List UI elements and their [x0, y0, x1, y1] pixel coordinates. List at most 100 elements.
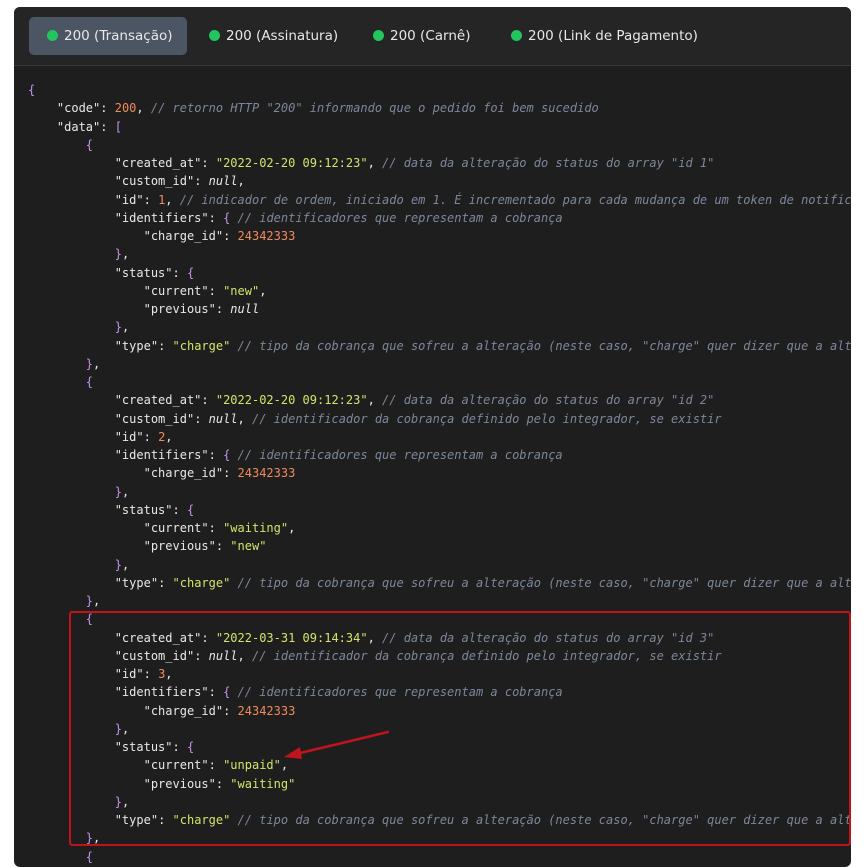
bracket: [ — [114, 119, 122, 134]
punctuation — [28, 685, 115, 699]
punctuation: : — [208, 210, 224, 225]
code-line: "status": { — [28, 264, 194, 282]
punctuation: : — [208, 448, 224, 462]
json-key: "type" — [114, 575, 159, 590]
punctuation — [28, 740, 115, 754]
punctuation — [28, 503, 115, 517]
json-key: "current" — [143, 758, 209, 773]
code-comment: // identificador da cobrança definido pe… — [252, 411, 722, 426]
punctuation: , — [93, 594, 101, 608]
punctuation: , — [367, 630, 383, 645]
json-key: "type" — [114, 813, 159, 827]
punctuation — [28, 539, 144, 553]
punctuation — [28, 430, 115, 444]
punctuation: , — [237, 174, 245, 189]
json-key: "id" — [114, 667, 144, 681]
code-comment: // retorno HTTP "200" informando que o p… — [150, 101, 599, 116]
json-key: "custom_id" — [114, 411, 195, 426]
code-line: "type": "charge" // tipo da cobrança que… — [28, 574, 851, 592]
json-string: "2022-03-31 09:14:34" — [215, 630, 368, 645]
status-dot-icon — [373, 30, 384, 41]
tab-assinatura[interactable]: 200 (Assinatura) — [191, 17, 352, 55]
tab-carne[interactable]: 200 (Carnê) — [355, 17, 484, 55]
json-string: "2022-02-20 09:12:23" — [215, 156, 368, 170]
code-line: }, — [28, 720, 129, 738]
punctuation — [28, 339, 115, 353]
punctuation — [28, 795, 115, 809]
punctuation — [28, 412, 115, 426]
punctuation — [230, 211, 237, 225]
bracket: } — [114, 484, 122, 499]
code-line: "previous": "new" — [28, 537, 267, 555]
punctuation — [230, 576, 237, 590]
punctuation — [28, 174, 115, 188]
json-string: "charge" — [172, 813, 231, 827]
punctuation: , — [165, 192, 180, 207]
code-comment: // indicador de ordem, iniciado em 1. É … — [179, 192, 851, 207]
punctuation: : — [201, 630, 216, 645]
json-key: "id" — [114, 429, 144, 444]
punctuation: , — [121, 557, 130, 572]
json-key: "charge_id" — [143, 703, 224, 718]
punctuation: : — [208, 758, 224, 773]
punctuation: : — [201, 156, 216, 170]
code-line: "id": 2, — [28, 428, 173, 446]
punctuation — [28, 612, 86, 626]
code-line: "current": "unpaid", — [28, 756, 289, 774]
tab-label: 200 (Assinatura) — [226, 28, 339, 44]
punctuation — [28, 393, 115, 407]
bracket: } — [114, 557, 122, 572]
punctuation: : — [223, 703, 238, 718]
bracket: { — [85, 612, 94, 627]
punctuation: , — [165, 429, 173, 444]
punctuation: : — [172, 265, 187, 280]
json-code-block[interactable]: { "code": 200, // retorno HTTP "200" inf… — [14, 65, 851, 865]
punctuation: , — [259, 283, 267, 298]
punctuation — [28, 211, 115, 225]
punctuation — [28, 777, 144, 791]
bracket: } — [114, 247, 122, 262]
json-key: "current" — [143, 283, 209, 298]
bracket: { — [85, 849, 94, 864]
punctuation: : — [172, 502, 187, 517]
punctuation: : — [158, 338, 173, 353]
punctuation: : — [215, 776, 231, 791]
json-null: null — [230, 302, 260, 316]
punctuation: , — [237, 411, 252, 426]
json-number: 200 — [114, 101, 137, 116]
punctuation: : — [223, 466, 238, 481]
code-line: "identifiers": { // identificadores que … — [28, 209, 563, 227]
tab-transacao[interactable]: 200 (Transação) — [29, 17, 187, 55]
tab-link-de-pagamento[interactable]: 200 (Link de Pagamento) — [493, 17, 712, 55]
json-null: null — [208, 174, 238, 189]
punctuation — [230, 685, 237, 699]
bracket: { — [28, 83, 36, 97]
code-line: "charge_id": 24342333 — [28, 227, 296, 245]
json-key: "previous" — [143, 776, 216, 791]
punctuation: : — [172, 740, 187, 754]
status-dot-icon — [209, 30, 220, 41]
code-line: "data": [ — [28, 118, 122, 136]
json-key: "type" — [114, 338, 159, 353]
json-key: "status" — [114, 502, 173, 517]
punctuation: : — [158, 813, 173, 827]
json-key: "identifiers" — [114, 210, 209, 225]
code-line: "current": "waiting", — [28, 519, 296, 537]
json-key: "custom_id" — [114, 648, 195, 663]
punctuation: , — [121, 247, 130, 262]
code-line: }, — [28, 556, 129, 574]
punctuation — [28, 850, 86, 864]
json-key: "previous" — [143, 539, 216, 554]
code-line: "status": { — [28, 501, 194, 519]
punctuation — [28, 521, 144, 535]
json-string: "new" — [223, 283, 260, 298]
response-tabs: 200 (Transação) 200 (Assinatura) 200 (Ca… — [14, 7, 851, 66]
json-null: null — [208, 648, 238, 663]
punctuation — [28, 813, 115, 827]
punctuation — [28, 357, 86, 371]
punctuation: , — [237, 648, 252, 663]
code-line: "charge_id": 24342333 — [28, 464, 296, 482]
punctuation — [28, 320, 115, 334]
code-line: "id": 1, // indicador de ordem, iniciado… — [28, 191, 851, 209]
code-line: "previous": "waiting" — [28, 775, 296, 793]
